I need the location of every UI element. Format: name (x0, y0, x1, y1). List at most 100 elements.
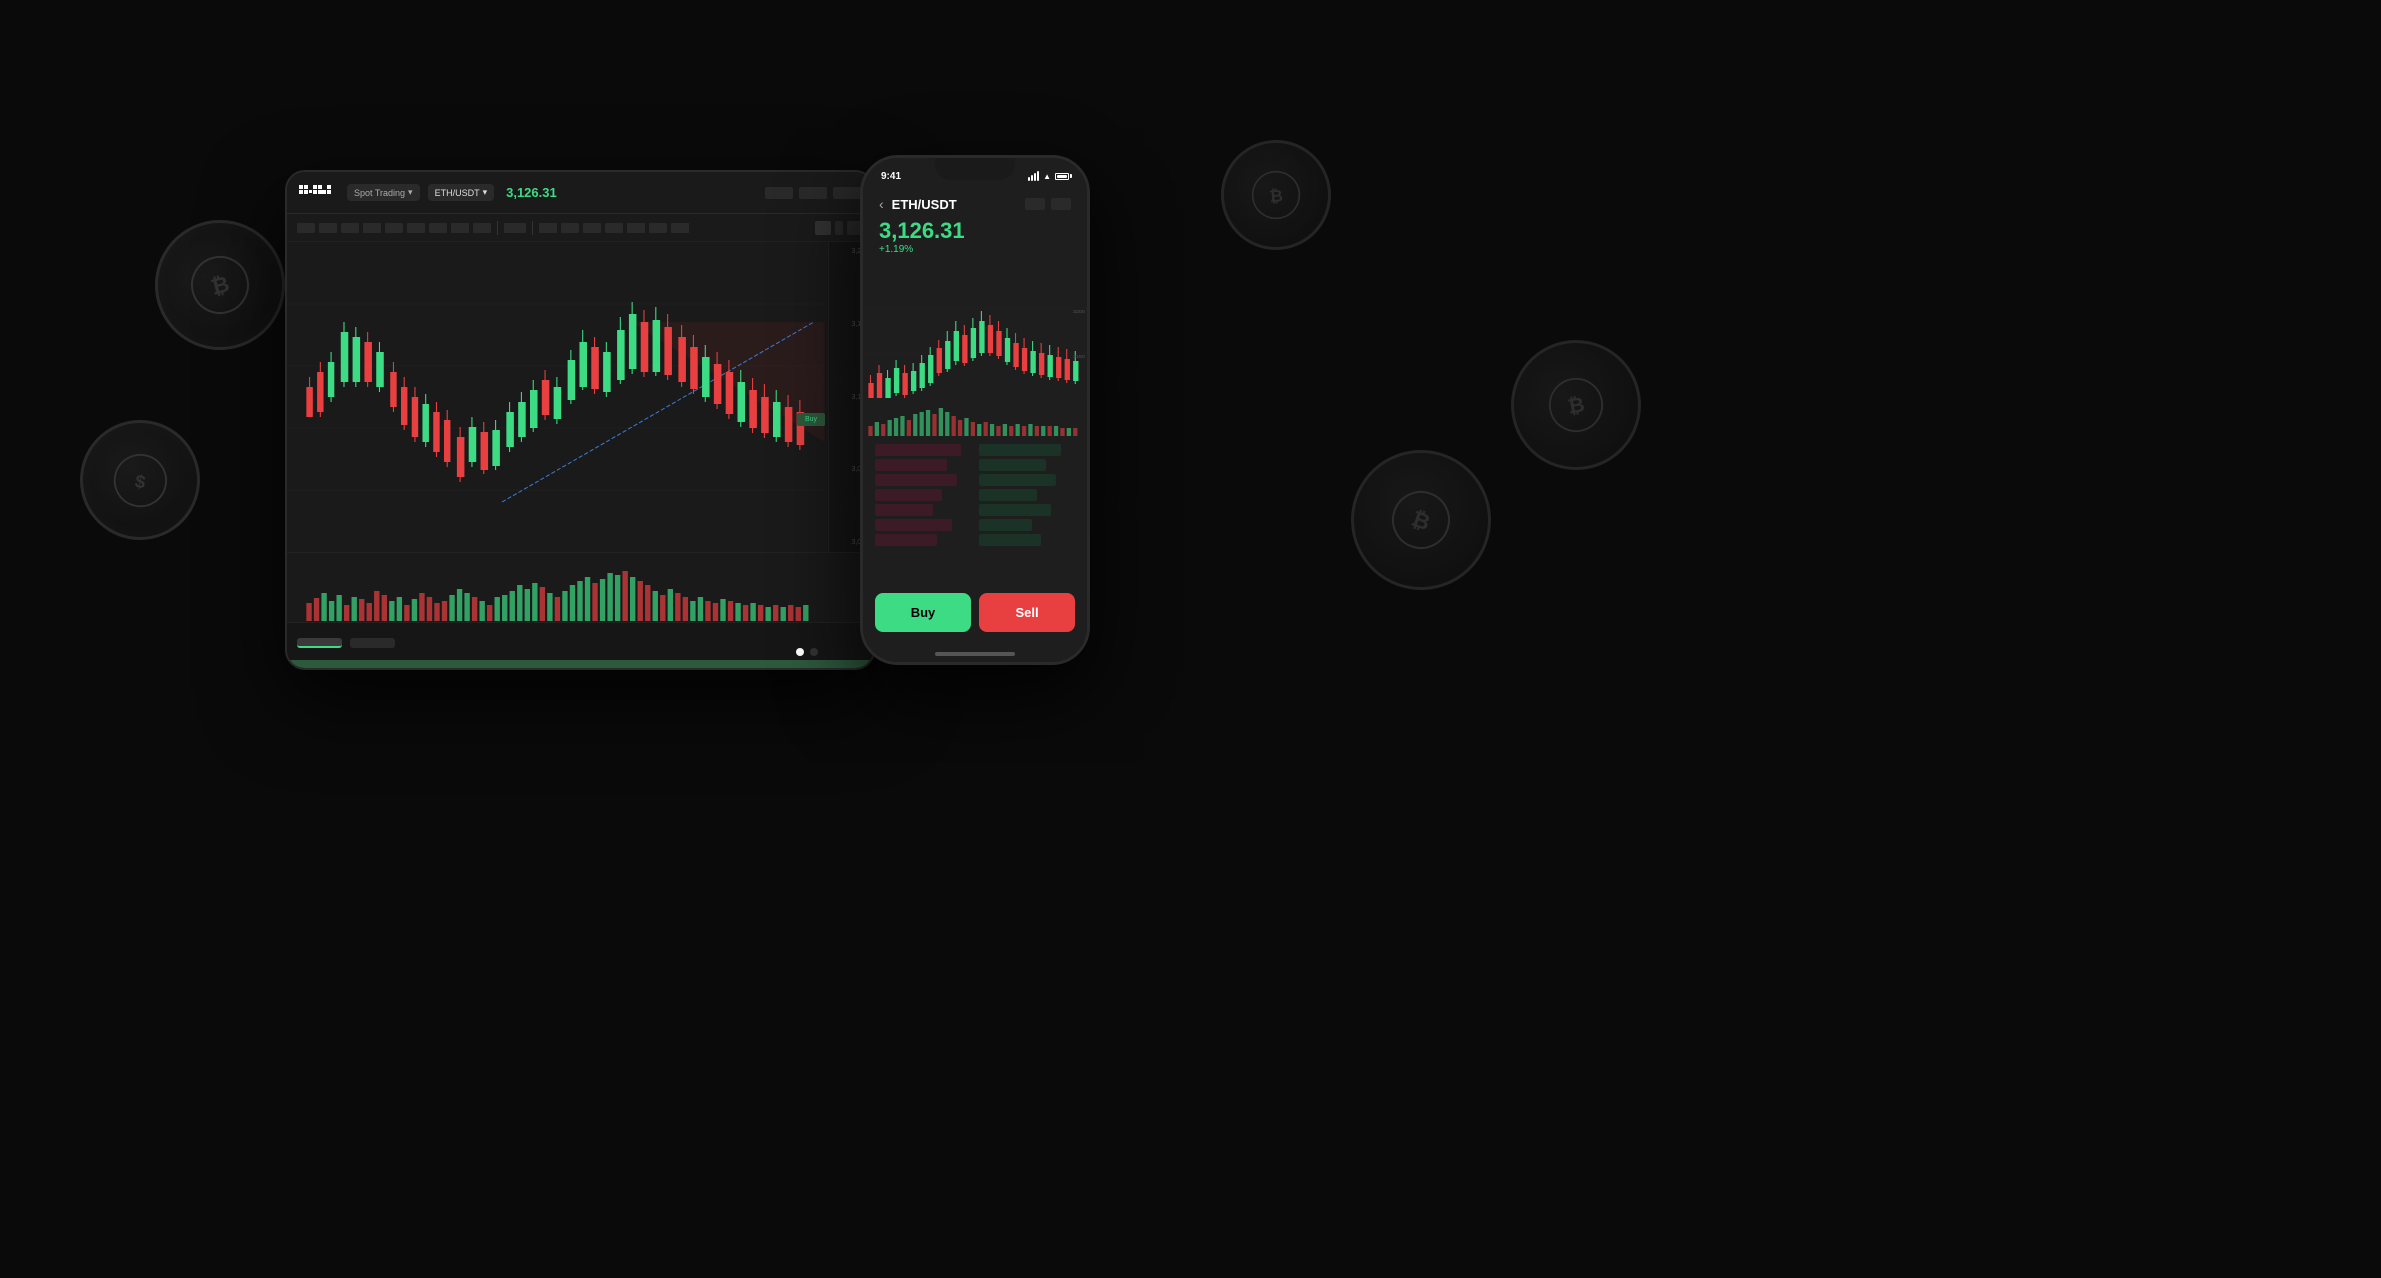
signal-bars-icon (1028, 171, 1039, 181)
phone-screen: 9:41 ▲ ‹ ETH/USDT (863, 158, 1087, 662)
battery-fill (1057, 175, 1067, 178)
toolbar-item-1[interactable] (297, 223, 315, 233)
wifi-icon: ▲ (1043, 172, 1051, 181)
chart-type-bar[interactable] (835, 221, 843, 235)
volume-svg (287, 553, 873, 622)
sell-row-3 (875, 474, 957, 486)
dot-1 (796, 648, 804, 656)
buy-row-2 (979, 459, 1046, 471)
tablet-volume-chart (287, 552, 873, 622)
sell-button[interactable]: Sell (979, 593, 1075, 632)
phone-price: 3,126.31 (863, 220, 1087, 242)
toolbar-item-11[interactable] (561, 223, 579, 233)
svg-text:$: $ (133, 470, 147, 492)
toolbar-item-6[interactable] (407, 223, 425, 233)
orderbook-buy-side (979, 444, 1075, 579)
signal-bar-1 (1028, 177, 1030, 181)
decorative-coin-1: ₿ (140, 205, 299, 364)
toolbar-item-5[interactable] (385, 223, 403, 233)
sell-row-5 (875, 504, 933, 516)
signal-bar-3 (1034, 173, 1036, 181)
page-indicators (796, 648, 818, 656)
toolbar-item-16[interactable] (671, 223, 689, 233)
dropdown-icon-pair: ▾ (483, 187, 488, 198)
buy-row-5 (979, 504, 1051, 516)
chart-type-candle[interactable] (815, 221, 831, 235)
signal-bar-2 (1031, 175, 1033, 181)
toolbar-item-4[interactable] (363, 223, 381, 233)
svg-text:3150: 3150 (1073, 354, 1085, 360)
action-placeholder-1 (1025, 198, 1045, 210)
phone-pair-title: ETH/USDT (892, 197, 957, 212)
tablet-header: Spot Trading ▾ ETH/USDT ▾ 3,126.31 (287, 172, 873, 214)
metric-1 (765, 187, 793, 199)
okx-logo (299, 185, 331, 201)
phone-change: +1.19% (863, 242, 1087, 263)
buy-row-6 (979, 519, 1032, 531)
tablet-green-bar (287, 660, 873, 668)
decorative-coin-2: $ (70, 410, 209, 549)
toolbar-separator-2 (532, 221, 533, 235)
phone-chart: 3200 3150 3100 (863, 263, 1087, 398)
sell-row-4 (875, 489, 942, 501)
sell-row-2 (875, 459, 947, 471)
tablet-toolbar (287, 214, 873, 242)
decorative-coin-3: ₿ (1216, 135, 1335, 254)
decorative-coin-4: ₿ (1331, 430, 1510, 609)
dropdown-icon: ▾ (408, 187, 413, 198)
tablet-chart: 3,200 3,150 3,100 3,050 3,000 Buy (287, 242, 873, 552)
candlestick-chart (287, 242, 873, 552)
toolbar-separator (497, 221, 498, 235)
status-time: 9:41 (881, 171, 901, 182)
phone-notch (935, 158, 1015, 180)
orderbook-sell-side (875, 444, 971, 579)
chart-type-buttons (815, 221, 863, 235)
dot-2 (810, 648, 818, 656)
buy-row-7 (979, 534, 1041, 546)
toolbar-item-8[interactable] (451, 223, 469, 233)
pair-label: ETH/USDT (435, 188, 480, 198)
phone-nav-bar: ‹ ETH/USDT (863, 188, 1087, 220)
buy-button[interactable]: Buy (875, 593, 971, 632)
spot-trading-button[interactable]: Spot Trading ▾ (347, 184, 420, 201)
sell-row-7 (875, 534, 937, 546)
tablet-device: Spot Trading ▾ ETH/USDT ▾ 3,126.31 (285, 170, 875, 670)
buy-row-1 (979, 444, 1061, 456)
toolbar-item-3[interactable] (341, 223, 359, 233)
toolbar-item-14[interactable] (627, 223, 645, 233)
status-icons: ▲ (1028, 171, 1069, 181)
phone-action-buttons: Buy Sell (863, 585, 1087, 652)
phone-chart-svg: 3200 3150 3100 (863, 263, 1087, 398)
toolbar-item-ma[interactable] (504, 223, 526, 233)
toolbar-item-2[interactable] (319, 223, 337, 233)
svg-text:3200: 3200 (1073, 309, 1085, 315)
svg-text:₿: ₿ (1269, 186, 1284, 206)
battery-icon (1055, 173, 1069, 180)
buy-level-button[interactable]: Buy (797, 413, 825, 426)
back-button[interactable]: ‹ (879, 196, 884, 212)
toolbar-item-15[interactable] (649, 223, 667, 233)
buy-row-4 (979, 489, 1037, 501)
spot-trading-label: Spot Trading (354, 188, 405, 198)
bottom-pill-1[interactable] (297, 638, 342, 648)
action-placeholder-2 (1051, 198, 1071, 210)
bottom-pill-2[interactable] (350, 638, 395, 648)
home-indicator (935, 652, 1015, 656)
signal-bar-4 (1037, 171, 1039, 181)
toolbar-item-13[interactable] (605, 223, 623, 233)
toolbar-item-9[interactable] (473, 223, 491, 233)
toolbar-item-7[interactable] (429, 223, 447, 233)
pair-selector-button[interactable]: ETH/USDT ▾ (428, 184, 495, 201)
price-display: 3,126.31 (506, 185, 557, 200)
phone-device: 9:41 ▲ ‹ ETH/USDT (860, 155, 1090, 665)
tablet-bottom-bar (287, 622, 873, 662)
sell-row-6 (875, 519, 952, 531)
svg-text:₿: ₿ (1566, 393, 1586, 419)
svg-text:₿: ₿ (1408, 506, 1433, 536)
phone-orderbook (863, 438, 1087, 585)
buy-row-3 (979, 474, 1056, 486)
toolbar-item-12[interactable] (583, 223, 601, 233)
toolbar-item-10[interactable] (539, 223, 557, 233)
metric-3 (833, 187, 861, 199)
metric-2 (799, 187, 827, 199)
